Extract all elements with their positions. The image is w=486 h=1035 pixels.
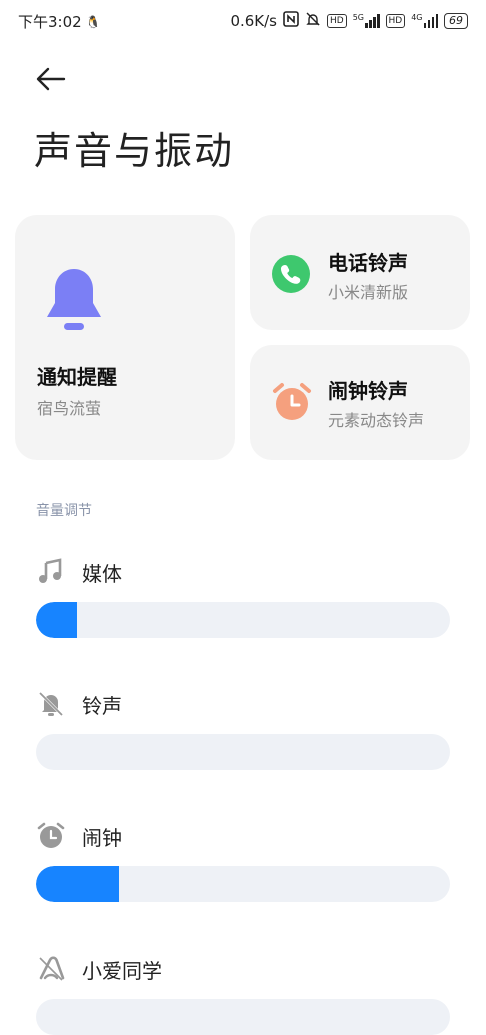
notify-title: 通知提醒 (37, 365, 117, 389)
page-title: 声音与振动 (34, 129, 235, 173)
signal-5g: 5G (353, 14, 380, 28)
battery-indicator: 69 (444, 13, 468, 29)
bell-muted-status-icon (305, 11, 321, 31)
phone-subtitle: 小米清新版 (328, 283, 409, 302)
xiaoai-icon (39, 956, 65, 981)
signal-4g-tag: 4G (411, 13, 423, 22)
arrow-left-icon (36, 67, 66, 91)
qq-icon: 🐧 (85, 14, 101, 29)
alarm-icon (37, 822, 65, 848)
volume-fill-alarm (36, 866, 119, 902)
signal-bars-icon (365, 14, 380, 28)
volume-row-ring: 铃声 (36, 687, 450, 777)
volume-slider-xiaoai[interactable] (36, 999, 450, 1035)
volume-fill-media (36, 602, 78, 638)
back-button[interactable] (34, 62, 68, 96)
bell-icon (47, 269, 101, 330)
alarm-subtitle: 元素动态铃声 (328, 411, 425, 430)
status-time: 下午3:02 (18, 13, 82, 31)
phone-icon (272, 255, 310, 293)
music-note-icon (39, 558, 62, 583)
notify-subtitle: 宿鸟流萤 (37, 399, 102, 418)
alarm-ringtone-card[interactable]: 闹钟铃声 元素动态铃声 (250, 345, 470, 460)
status-bar: 下午3:02 🐧 0.6K/s HD 5G HD 4G 69 (0, 0, 486, 40)
phone-title: 电话铃声 (328, 251, 408, 275)
signal-5g-tag: 5G (352, 13, 364, 22)
volume-label-xiaoai: 小爱同学 (82, 959, 162, 983)
hd-badge-2: HD (385, 14, 406, 28)
notification-sound-card[interactable]: 通知提醒 宿鸟流萤 (15, 215, 235, 460)
nfc-icon (283, 11, 299, 31)
alarm-title: 闹钟铃声 (328, 379, 408, 403)
volume-row-alarm: 闹钟 (36, 819, 450, 909)
hd-badge-1: HD (327, 14, 347, 28)
volume-slider-ring[interactable] (36, 734, 450, 770)
volume-label-media: 媒体 (82, 562, 122, 586)
signal-bars-icon (423, 14, 438, 28)
alarm-clock-icon (273, 383, 311, 420)
volume-label-ring: 铃声 (82, 694, 122, 718)
phone-ringtone-card[interactable]: 电话铃声 小米清新版 (250, 215, 470, 330)
volume-label-alarm: 闹钟 (82, 826, 122, 850)
volume-section-label: 音量调节 (36, 503, 92, 519)
bell-muted-icon (38, 691, 64, 717)
volume-slider-media[interactable] (36, 602, 450, 638)
volume-row-xiaoai: 小爱同学 (36, 952, 450, 1035)
net-speed: 0.6K/s (230, 12, 277, 30)
volume-row-media: 媒体 (36, 555, 450, 645)
signal-4g: 4G (411, 14, 438, 28)
volume-slider-alarm[interactable] (36, 866, 450, 902)
